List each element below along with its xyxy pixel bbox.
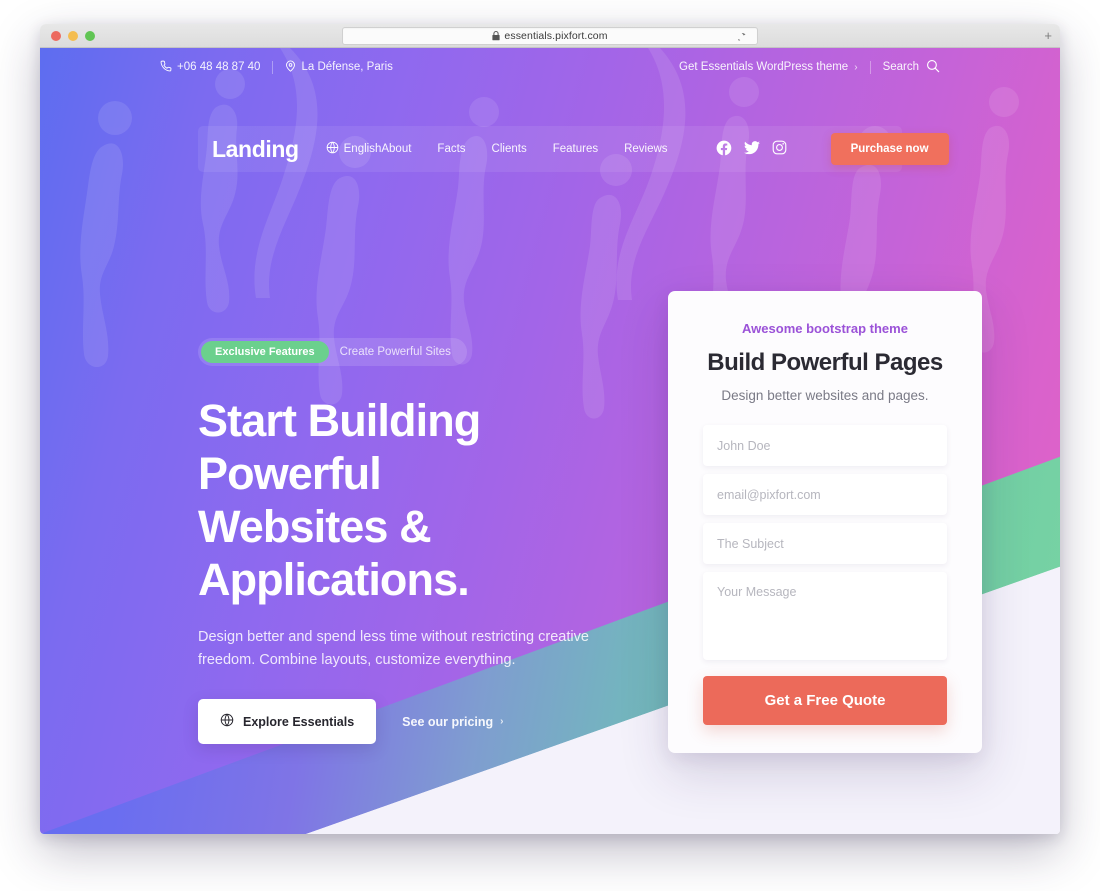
nav-item-facts[interactable]: Facts xyxy=(437,143,465,155)
form-eyebrow: Awesome bootstrap theme xyxy=(742,321,908,336)
map-pin-icon xyxy=(285,60,296,75)
search-icon xyxy=(926,59,940,76)
hero-badge[interactable]: Exclusive Features Create Powerful Sites xyxy=(198,338,467,366)
hero-subtitle: Design better and spend less time withou… xyxy=(198,629,589,668)
address-bar[interactable]: essentials.pixfort.com xyxy=(342,27,758,45)
page-viewport: +06 48 48 87 40 La Défense, Paris Get Es… xyxy=(40,48,1060,834)
wordpress-theme-label: Get Essentials WordPress theme xyxy=(679,61,849,73)
url-label: essentials.pixfort.com xyxy=(504,30,608,42)
message-textarea[interactable] xyxy=(703,572,947,660)
purchase-now-button[interactable]: Purchase now xyxy=(830,133,949,165)
nav-item-about[interactable]: About xyxy=(381,143,411,155)
hero-title: Start Building Powerful Websites & Appli… xyxy=(198,394,658,606)
contact-form-card: Awesome bootstrap theme Build Powerful P… xyxy=(668,291,982,753)
social-links xyxy=(716,140,787,159)
location-label: La Défense, Paris xyxy=(301,61,393,73)
name-input[interactable] xyxy=(703,425,947,466)
chevron-right-icon: › xyxy=(854,61,858,73)
language-selector[interactable]: English xyxy=(313,141,382,157)
browser-titlebar: essentials.pixfort.com + xyxy=(40,24,1060,48)
nav-item-reviews[interactable]: Reviews xyxy=(624,143,667,155)
hero-badge-text: Create Powerful Sites xyxy=(339,346,451,358)
hero-badge-pill: Exclusive Features xyxy=(201,341,329,363)
minimize-window-button[interactable] xyxy=(68,30,78,41)
topbar-left-group: +06 48 48 87 40 La Défense, Paris xyxy=(160,60,393,75)
globe-icon xyxy=(326,141,339,157)
phone-contact[interactable]: +06 48 48 87 40 xyxy=(160,60,260,75)
close-window-button[interactable] xyxy=(51,30,61,41)
see-pricing-link[interactable]: See our pricing › xyxy=(402,715,503,729)
address-bar-text: essentials.pixfort.com xyxy=(492,30,607,42)
phone-icon xyxy=(160,60,172,75)
form-title: Build Powerful Pages xyxy=(707,349,943,376)
phone-number: +06 48 48 87 40 xyxy=(177,61,261,73)
search-label: Search xyxy=(882,61,919,73)
hero-title-line-2: Websites & Applications. xyxy=(198,501,470,606)
topbar-divider-2 xyxy=(869,60,871,74)
nav-menu: About Facts Clients Features Reviews Pur… xyxy=(381,133,952,165)
site-logo[interactable]: Landing xyxy=(206,137,313,161)
hero-title-line-1: Start Building Powerful xyxy=(198,395,481,500)
explore-essentials-label: Explore Essentials xyxy=(243,714,355,729)
hero-cta-row: Explore Essentials See our pricing › xyxy=(198,699,658,745)
form-subtitle: Design better websites and pages. xyxy=(721,388,929,403)
language-label: English xyxy=(343,143,382,155)
nav-item-features[interactable]: Features xyxy=(553,143,598,155)
wordpress-theme-link[interactable]: Get Essentials WordPress theme › xyxy=(679,61,858,73)
globe-icon xyxy=(220,713,234,730)
browser-window: essentials.pixfort.com + +06 48 48 87 40… xyxy=(40,24,1060,834)
topbar-divider xyxy=(272,60,274,74)
explore-essentials-button[interactable]: Explore Essentials xyxy=(198,699,377,745)
facebook-icon[interactable] xyxy=(716,140,732,159)
instagram-icon[interactable] xyxy=(772,140,787,158)
chevron-right-icon: › xyxy=(500,716,504,728)
lock-icon xyxy=(492,31,501,41)
main-navbar: Landing English About Facts Clients Feat… xyxy=(198,126,949,172)
hero-content: Exclusive Features Create Powerful Sites… xyxy=(198,338,658,745)
twitter-icon[interactable] xyxy=(743,140,760,158)
search-button[interactable]: Search xyxy=(883,59,940,76)
location-info[interactable]: La Défense, Paris xyxy=(285,60,393,75)
new-tab-button[interactable]: + xyxy=(1044,29,1052,42)
email-input[interactable] xyxy=(703,474,947,515)
maximize-window-button[interactable] xyxy=(85,30,95,41)
topbar-right-group: Get Essentials WordPress theme › Search xyxy=(679,59,940,76)
see-pricing-label: See our pricing xyxy=(402,714,494,729)
nav-item-clients[interactable]: Clients xyxy=(492,143,527,155)
subject-input[interactable] xyxy=(703,523,947,564)
get-free-quote-button[interactable]: Get a Free Quote xyxy=(703,676,947,725)
traffic-lights xyxy=(51,30,95,41)
reload-icon[interactable] xyxy=(735,31,749,49)
top-utility-bar: +06 48 48 87 40 La Défense, Paris Get Es… xyxy=(40,48,1060,86)
